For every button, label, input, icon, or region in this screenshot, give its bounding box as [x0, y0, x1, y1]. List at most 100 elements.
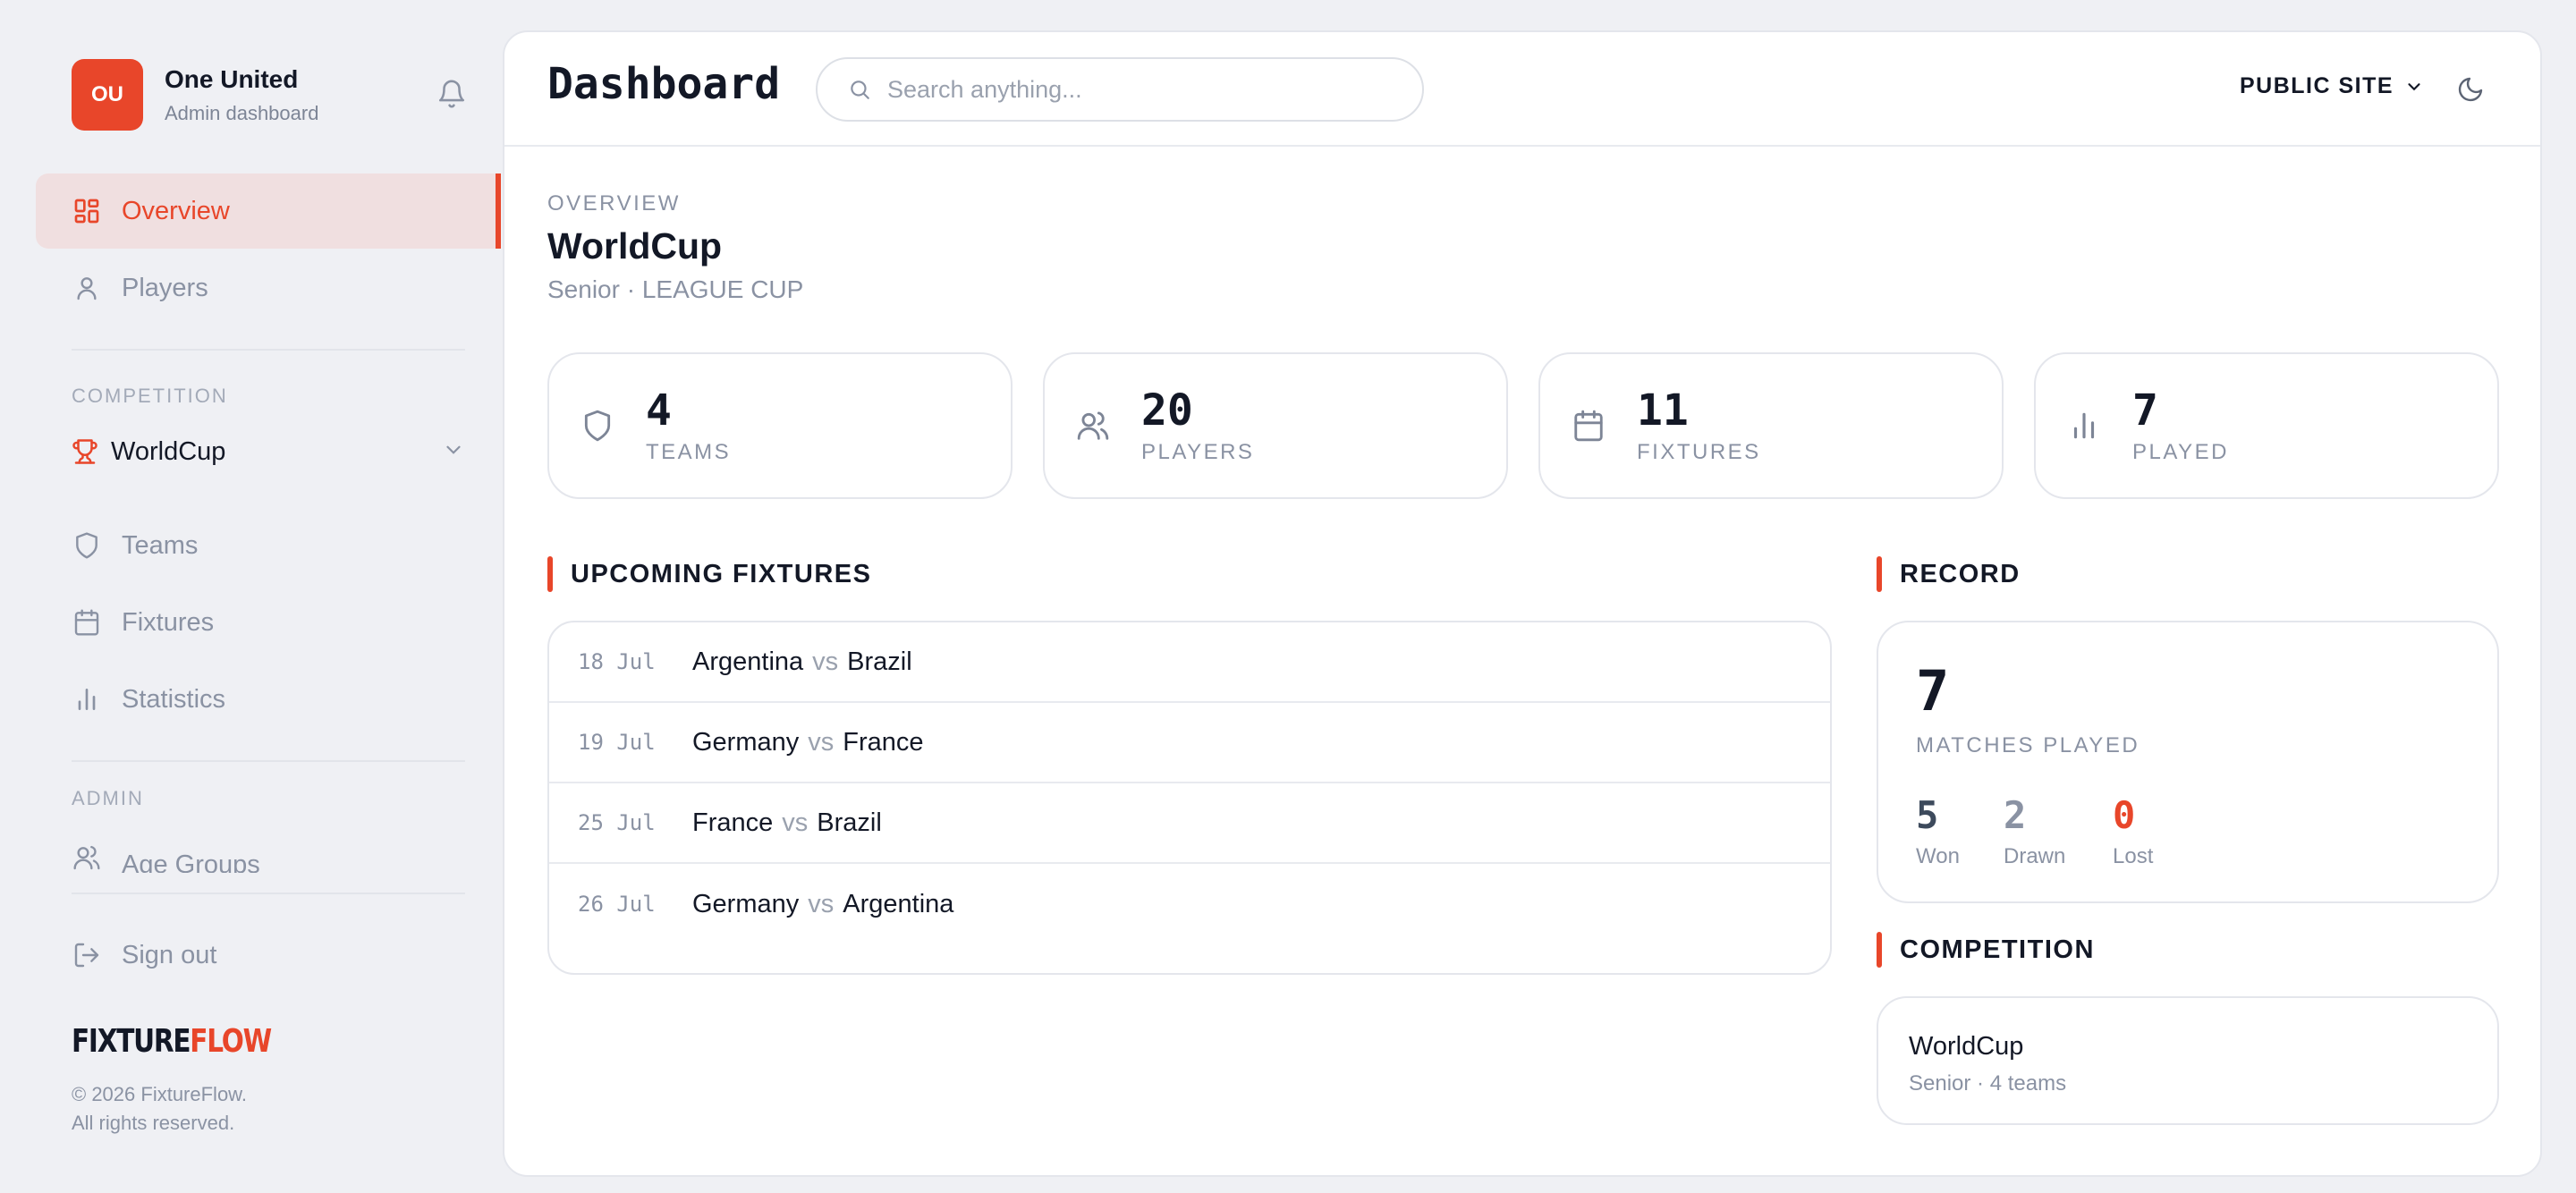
fixture-row[interactable]: 19 Jul Germany vs France — [549, 703, 1830, 783]
away-team: France — [843, 727, 924, 757]
sidebar-item-label: Players — [122, 273, 208, 302]
top-bar: Dashboard PUBLIC SITE — [504, 32, 2540, 147]
stat-value: 7 — [2132, 385, 2158, 436]
matches-played-value: 7 — [1916, 658, 1950, 723]
stat-card-players: 20 PLAYERS — [1043, 352, 1508, 499]
upcoming-fixtures-heading: UPCOMING FIXTURES — [547, 556, 871, 592]
away-team: Brazil — [847, 647, 912, 676]
stat-value: 11 — [1637, 385, 1689, 436]
record-lost: 0 Lost — [2113, 794, 2153, 869]
stat-label: PLAYERS — [1141, 440, 1255, 464]
search-icon — [848, 78, 871, 101]
chevron-down-icon — [2404, 77, 2424, 97]
main-panel: Dashboard PUBLIC SITE OVERVIEW WorldCup … — [503, 30, 2542, 1177]
admin-section-label: ADMIN — [72, 787, 144, 809]
lost-label: Lost — [2113, 844, 2154, 868]
copyright-line: © 2026 FixtureFlow. — [72, 1083, 247, 1105]
bar-chart-icon — [2066, 408, 2102, 444]
public-site-dropdown[interactable]: PUBLIC SITE — [2240, 73, 2424, 99]
sidebar-divider — [72, 349, 465, 351]
competition-selector[interactable]: WorldCup — [72, 433, 465, 470]
record-drawn: 2 Drawn — [2004, 794, 2065, 869]
copyright-line: All rights reserved. — [72, 1112, 235, 1134]
sidebar-item-label: Overview — [122, 196, 230, 225]
sidebar: OU One United Admin dashboard Overview P… — [0, 0, 501, 1193]
club-subtitle: Admin dashboard — [165, 102, 319, 124]
fixture-date: 25 Jul — [578, 810, 656, 835]
away-team: Brazil — [817, 808, 882, 837]
logout-icon — [72, 940, 102, 970]
chevron-down-icon — [442, 438, 465, 469]
fixture-date: 19 Jul — [578, 730, 656, 755]
fixtureflow-logo: FIXTUREFLOW — [72, 1023, 272, 1060]
fixture-date: 26 Jul — [578, 892, 656, 917]
calendar-icon — [72, 607, 102, 638]
stat-card-teams: 4 TEAMS — [547, 352, 1013, 499]
fixture-date: 18 Jul — [578, 649, 656, 674]
competition-heading: COMPETITION — [1877, 932, 2095, 968]
competition-meta: Senior · 4 teams — [1909, 1071, 2067, 1096]
won-label: Won — [1916, 844, 1960, 868]
club-avatar: OU — [72, 59, 143, 131]
sidebar-item-statistics[interactable]: Statistics — [36, 662, 501, 737]
sidebar-item-teams[interactable]: Teams — [36, 508, 501, 583]
record-heading: RECORD — [1877, 556, 2021, 592]
moon-icon[interactable] — [2456, 75, 2485, 108]
home-team: Argentina — [692, 647, 804, 676]
search-box[interactable] — [816, 57, 1424, 122]
matches-played-label: MATCHES PLAYED — [1916, 733, 2140, 757]
sidebar-item-age-groups[interactable]: Age Groups — [36, 826, 501, 873]
fixture-row[interactable]: 26 Jul Germany vs Argentina — [549, 864, 1830, 944]
stat-value: 20 — [1141, 385, 1193, 436]
club-name: One United — [165, 65, 299, 93]
club-brand[interactable]: OU One United Admin dashboard — [72, 59, 318, 131]
sidebar-item-label: Fixtures — [122, 607, 215, 637]
sign-out-button[interactable]: Sign out — [36, 918, 501, 993]
vs-label: vs — [782, 808, 809, 837]
fixture-row[interactable]: 25 Jul France vs Brazil — [549, 783, 1830, 864]
sidebar-item-label: Statistics — [122, 684, 226, 714]
sign-out-label: Sign out — [122, 940, 217, 969]
stat-label: TEAMS — [646, 440, 732, 464]
vs-label: vs — [808, 889, 835, 918]
vs-label: vs — [808, 727, 835, 757]
shield-icon — [580, 408, 615, 444]
app: OU One United Admin dashboard Overview P… — [0, 0, 2576, 1193]
drawn-value: 2 — [2004, 793, 2027, 837]
users-icon — [72, 842, 102, 873]
competition-section-label: COMPETITION — [72, 385, 228, 407]
sidebar-item-overview[interactable]: Overview — [36, 173, 501, 249]
away-team: Argentina — [843, 889, 954, 918]
home-team: France — [692, 808, 774, 837]
shield-icon — [72, 530, 102, 561]
won-value: 5 — [1916, 793, 1939, 837]
vs-label: vs — [812, 647, 839, 676]
sidebar-item-label: Teams — [122, 530, 199, 560]
users-icon — [1075, 408, 1111, 444]
record-card: 7 MATCHES PLAYED 5 Won 2 Drawn 0 Lost — [1877, 621, 2499, 903]
bar-chart-icon — [72, 684, 102, 715]
copyright: © 2026 FixtureFlow. All rights reserved. — [72, 1080, 247, 1138]
stat-label: PLAYED — [2132, 440, 2229, 464]
sidebar-divider — [72, 760, 465, 762]
competition-card[interactable]: WorldCup Senior · 4 teams — [1877, 996, 2499, 1125]
home-team: Germany — [692, 727, 800, 757]
search-input[interactable] — [886, 74, 1390, 105]
fixture-row[interactable]: 18 Jul Argentina vs Brazil — [549, 622, 1830, 703]
competition-subtitle: Senior · LEAGUE CUP — [547, 275, 804, 303]
grid-icon — [72, 196, 102, 226]
home-team: Germany — [692, 889, 800, 918]
sidebar-item-fixtures[interactable]: Fixtures — [36, 585, 501, 660]
lost-value: 0 — [2113, 793, 2136, 837]
competition-name: WorldCup — [1909, 1032, 2024, 1061]
bell-icon[interactable] — [436, 79, 467, 109]
stat-value: 4 — [646, 385, 672, 436]
calendar-icon — [1571, 408, 1606, 444]
competition-selected: WorldCup — [111, 436, 226, 466]
overview-label: OVERVIEW — [547, 191, 681, 216]
sidebar-item-players[interactable]: Players — [36, 250, 501, 326]
stat-card-fixtures: 11 FIXTURES — [1538, 352, 2004, 499]
stat-label: FIXTURES — [1637, 440, 1761, 464]
sidebar-item-label: Age Groups — [122, 850, 260, 873]
drawn-label: Drawn — [2004, 844, 2066, 868]
